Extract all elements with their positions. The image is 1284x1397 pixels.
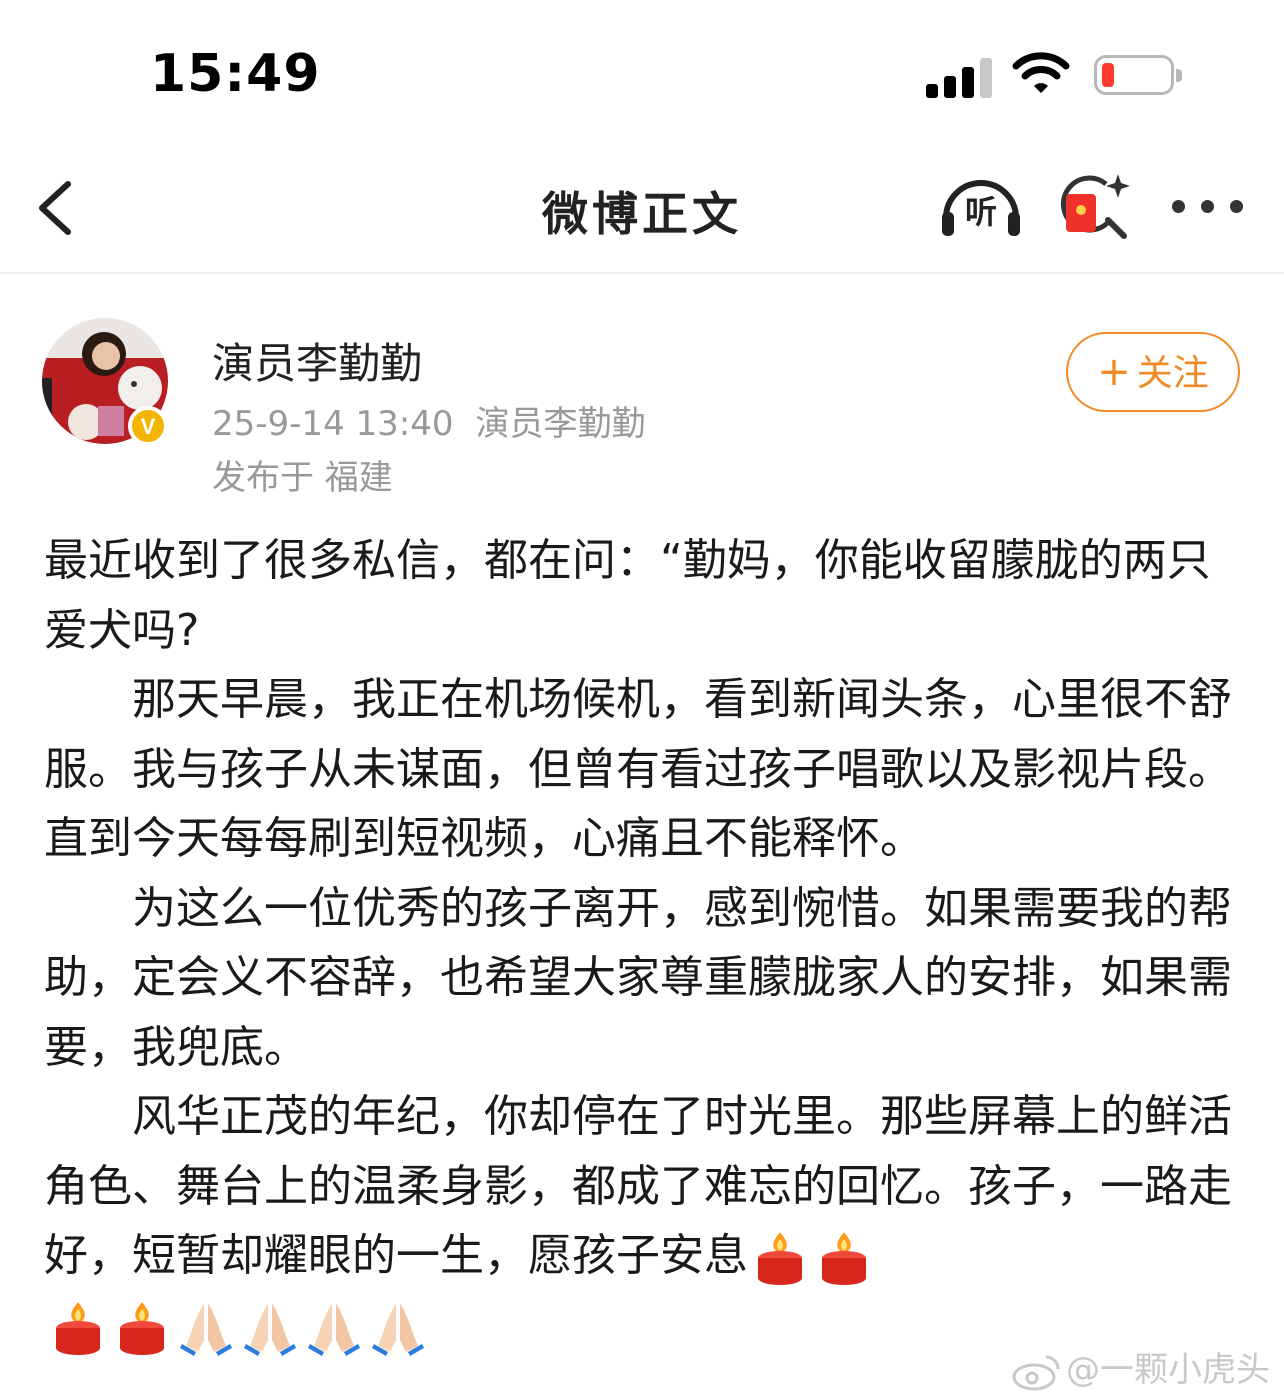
post-paragraph-text: 风华正茂的年纪，你却停在了时光里。那些屏幕上的鲜活角色、舞台上的温柔身影，都成了… [44, 1091, 1232, 1281]
post-paragraph: 那天早晨，我正在机场候机，看到新闻头条，心里很不舒服。我与孩子从未谋面，但曾有看… [44, 674, 1232, 864]
post-meta: 25-9-14 13:40 演员李勤勤 [212, 396, 646, 445]
praying-hands-icon [180, 1303, 232, 1356]
watermark-text: @一颗小虎头 [1066, 1349, 1270, 1390]
nav-bar: 微博正文 听 [0, 150, 1284, 274]
status-time: 15:49 [150, 44, 321, 104]
back-chevron-icon[interactable] [30, 176, 90, 240]
listen-button[interactable]: 听 [938, 174, 1024, 240]
watermark: @一颗小虎头 [1012, 1342, 1270, 1392]
post-paragraph: 风华正茂的年纪，你却停在了时光里。那些屏幕上的鲜活角色、舞台上的温柔身影，都成了… [44, 1082, 1244, 1291]
candle-icon [120, 1301, 164, 1355]
praying-hands-icon [308, 1303, 360, 1356]
post-timestamp: 25-9-14 13:40 [212, 404, 454, 444]
praying-hands-icon [244, 1303, 296, 1356]
listen-label: 听 [964, 193, 997, 231]
author-name[interactable]: 演员李勤勤 [212, 330, 422, 391]
plus-icon: + [1097, 349, 1131, 395]
candle-icon [822, 1232, 866, 1285]
cellular-signal-icon [926, 56, 992, 98]
post-content: 最近收到了很多私信，都在问：“勤妈，你能收留朦胧的两只爱犬吗? 那天早晨，我正在… [44, 526, 1244, 1360]
status-bar: 15:49 [0, 0, 1284, 150]
candle-icon [56, 1301, 100, 1355]
post-paragraph: 最近收到了很多私信，都在问：“勤妈，你能收留朦胧的两只爱犬吗? [44, 535, 1211, 656]
page-title: 微博正文 [542, 187, 742, 241]
weibo-logo-icon [1012, 1355, 1060, 1391]
more-options-icon[interactable] [1172, 200, 1244, 214]
post-location: 发布于 福建 [212, 458, 393, 498]
red-packet-search-icon[interactable] [1058, 170, 1134, 242]
post-source: 演员李勤勤 [475, 404, 646, 444]
wifi-icon [1012, 52, 1070, 93]
verified-badge-icon: V [128, 406, 168, 446]
follow-button[interactable]: + 关注 [1066, 332, 1240, 412]
battery-icon [1094, 55, 1182, 95]
post-paragraph: 为这么一位优秀的孩子离开，感到惋惜。如果需要我的帮助，定会义不容辞，也希望大家尊… [44, 882, 1232, 1073]
praying-hands-icon [372, 1303, 424, 1356]
follow-label: 关注 [1136, 353, 1209, 394]
candle-icon [758, 1232, 802, 1285]
